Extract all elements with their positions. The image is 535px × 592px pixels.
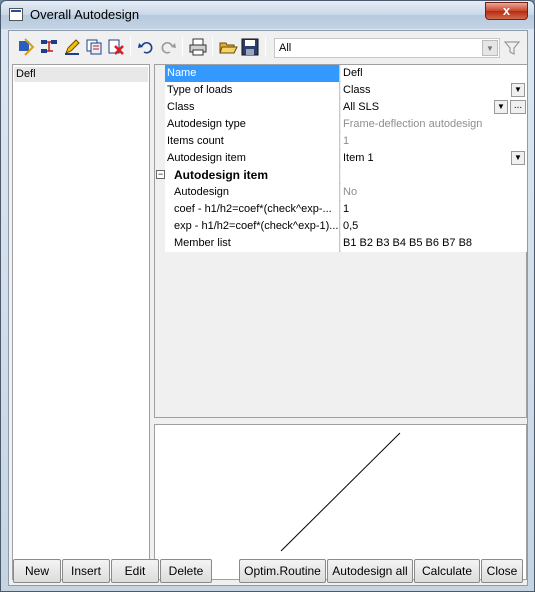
print-icon[interactable]	[188, 37, 208, 57]
group-label: Autodesign item	[165, 167, 340, 184]
row-gutter	[155, 82, 165, 99]
property-row-name[interactable]: Name Defl	[155, 65, 527, 82]
row-gutter	[155, 235, 165, 252]
toolbar-separator	[265, 37, 266, 57]
autodesign-icon[interactable]	[16, 37, 36, 57]
coef-field[interactable]: 1	[341, 201, 527, 218]
edit-button[interactable]: Edit	[111, 559, 159, 583]
autodesign-type-value: Frame-deflection autodesign	[341, 116, 527, 133]
preview-member-line	[280, 432, 401, 552]
property-row-exp[interactable]: exp - h1/h2=coef*(check^exp-1)... 0,5	[155, 218, 527, 235]
redo-icon	[158, 37, 178, 57]
type-of-loads-value: Class	[343, 84, 371, 96]
group-autodesign-item[interactable]: − Autodesign item	[155, 167, 527, 184]
exp-field[interactable]: 0,5	[341, 218, 527, 235]
property-label: Items count	[165, 133, 340, 150]
filter-value: All	[279, 42, 292, 54]
title-bar: Overall Autodesign x	[1, 1, 534, 29]
row-gutter: −	[155, 167, 165, 184]
items-count-value: 1	[341, 133, 527, 150]
property-row-member-list[interactable]: Member list B1 B2 B3 B4 B5 B6 B7 B8	[155, 235, 527, 252]
edit-pencil-icon[interactable]	[62, 37, 82, 57]
chevron-down-icon[interactable]: ▼	[494, 100, 508, 114]
property-row-autodesign-type: Autodesign type Frame-deflection autodes…	[155, 116, 527, 133]
property-row-class[interactable]: Class All SLS ▼ ...	[155, 99, 527, 116]
property-label: Autodesign	[165, 184, 340, 201]
autodesign-all-button[interactable]: Autodesign all	[327, 559, 413, 583]
member-list-field[interactable]: B1 B2 B3 B4 B5 B6 B7 B8	[341, 235, 527, 252]
delete-icon[interactable]	[106, 37, 126, 57]
close-button[interactable]: Close	[481, 559, 523, 583]
arrange-icon[interactable]	[39, 37, 59, 57]
property-row-coef[interactable]: coef - h1/h2=coef*(check^exp-... 1	[155, 201, 527, 218]
autodesign-item-value: Item 1	[343, 152, 374, 164]
property-label: exp - h1/h2=coef*(check^exp-1)...	[165, 218, 340, 235]
property-label: Autodesign item	[165, 150, 340, 167]
toolbar: All ▼	[12, 34, 524, 60]
name-field[interactable]: Defl	[341, 65, 527, 82]
row-gutter	[155, 133, 165, 150]
property-row-autodesign: Autodesign No	[155, 184, 527, 201]
filter-dropdown[interactable]: All ▼	[274, 38, 500, 58]
property-row-type-of-loads[interactable]: Type of loads Class ▼	[155, 82, 527, 99]
button-bar: New Insert Edit Delete Optim.Routine Aut…	[12, 559, 524, 583]
property-label: Name	[165, 65, 340, 82]
property-row-autodesign-item[interactable]: Autodesign item Item 1 ▼	[155, 150, 527, 167]
optim-routine-button[interactable]: Optim.Routine	[239, 559, 326, 583]
row-gutter	[155, 65, 165, 82]
toolbar-separator	[212, 37, 213, 57]
toolbar-separator	[182, 37, 183, 57]
property-label: Member list	[165, 235, 340, 252]
browse-button[interactable]: ...	[510, 100, 526, 114]
autodesign-list[interactable]: Defl	[12, 64, 150, 580]
funnel-icon[interactable]	[503, 39, 521, 57]
open-folder-icon[interactable]	[218, 37, 238, 57]
copy-icon[interactable]	[84, 37, 104, 57]
calculate-button[interactable]: Calculate	[414, 559, 480, 583]
chevron-down-icon[interactable]: ▼	[511, 83, 525, 97]
window-close-button[interactable]: x	[485, 2, 528, 20]
new-button[interactable]: New	[13, 559, 61, 583]
type-of-loads-select[interactable]: Class ▼	[341, 82, 527, 99]
save-icon[interactable]	[240, 37, 260, 57]
autodesign-value: No	[341, 184, 527, 201]
property-grid: Name Defl Type of loads Class ▼ Class Al…	[154, 64, 527, 418]
deflection-preview-drawing	[280, 432, 401, 552]
chevron-down-icon[interactable]: ▼	[511, 151, 525, 165]
property-label: coef - h1/h2=coef*(check^exp-...	[165, 201, 340, 218]
list-item[interactable]: Defl	[14, 67, 148, 82]
delete-button[interactable]: Delete	[160, 559, 212, 583]
autodesign-window: Overall Autodesign x All ▼ Defl Name Def…	[0, 0, 535, 592]
property-label: Type of loads	[165, 82, 340, 99]
row-gutter	[155, 116, 165, 133]
autodesign-item-select[interactable]: Item 1 ▼	[341, 150, 527, 167]
undo-icon[interactable]	[136, 37, 156, 57]
collapse-icon[interactable]: −	[156, 170, 165, 179]
row-gutter	[155, 201, 165, 218]
property-label: Class	[165, 99, 340, 116]
toolbar-separator	[130, 37, 131, 57]
insert-button[interactable]: Insert	[62, 559, 110, 583]
client-area: All ▼ Defl Name Defl Type of loads Class…	[8, 30, 528, 586]
app-window-icon	[9, 8, 23, 21]
chevron-down-icon[interactable]: ▼	[482, 40, 498, 56]
preview-pane	[154, 424, 527, 580]
row-gutter	[155, 184, 165, 201]
row-gutter	[155, 99, 165, 116]
window-title: Overall Autodesign	[30, 7, 140, 22]
row-gutter	[155, 218, 165, 235]
class-select[interactable]: All SLS ▼ ...	[341, 99, 527, 116]
class-value: All SLS	[343, 101, 380, 113]
group-value	[341, 167, 527, 184]
property-row-items-count: Items count 1	[155, 133, 527, 150]
row-gutter	[155, 150, 165, 167]
property-label: Autodesign type	[165, 116, 340, 133]
